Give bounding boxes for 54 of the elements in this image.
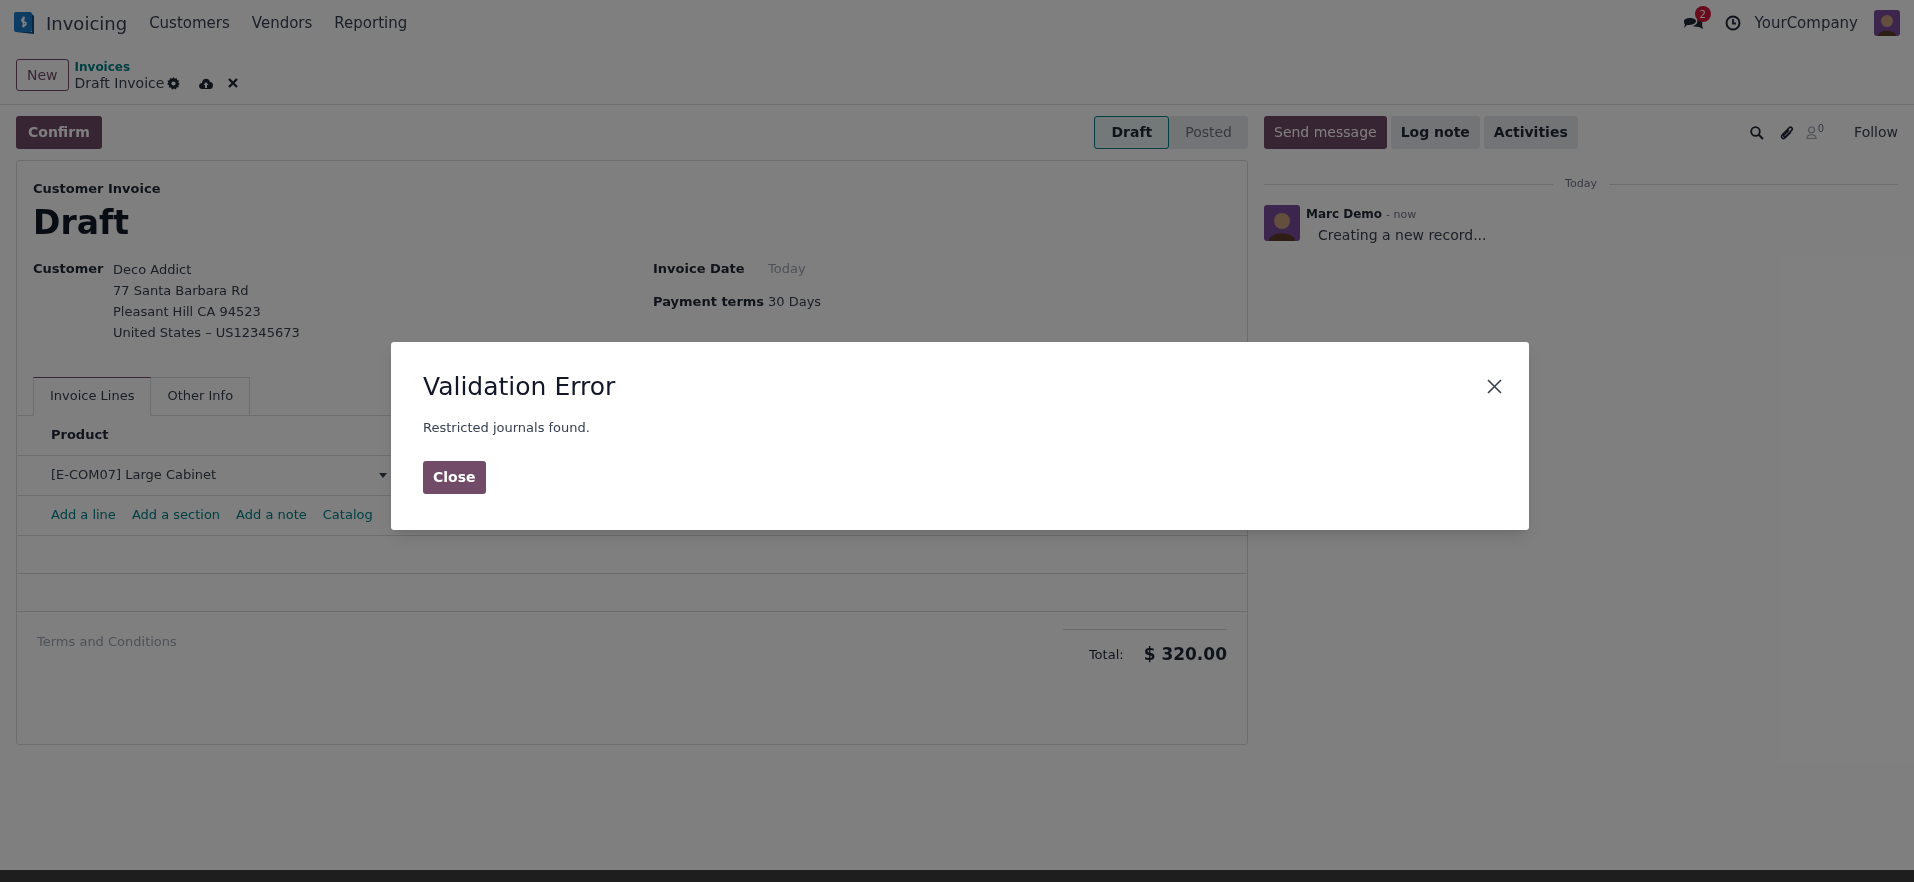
field-label: Customer	[33, 259, 105, 278]
document-type-label: Customer Invoice	[33, 180, 162, 198]
follower-count: 0	[1817, 122, 1825, 136]
record-name: Draft Invoice	[74, 75, 165, 91]
menu-item[interactable]: Customers	[149, 11, 230, 35]
date-separator: Today	[1564, 176, 1598, 192]
chatter-button[interactable]: Log note	[1390, 116, 1480, 149]
app-logo-icon[interactable]	[14, 12, 34, 34]
table-cell[interactable]: [E-COM07] Large Cabinet	[51, 465, 379, 485]
author-avatar-icon	[1264, 204, 1300, 241]
breadcrumb-link[interactable]: Invoices	[74, 59, 239, 75]
add-line-link[interactable]: Add a line	[51, 505, 116, 525]
gear-icon[interactable]	[167, 76, 181, 90]
message-count-badge: 2	[1694, 6, 1711, 22]
new-button[interactable]: New	[16, 59, 69, 91]
total-amount: $ 320.00	[1143, 642, 1227, 666]
dialog-message: Restricted journals found.	[423, 418, 591, 437]
dialog-title: Validation Error	[423, 371, 616, 403]
confirm-button[interactable]: Confirm	[16, 116, 102, 149]
address-line: 77 Santa Barbara Rd	[113, 281, 250, 300]
search-icon[interactable]	[1749, 125, 1764, 140]
status-stage[interactable]: Draft	[1094, 116, 1170, 149]
form-tab[interactable]: Invoice Lines	[33, 376, 152, 416]
field-value[interactable]: 30 Days	[768, 292, 822, 312]
clock-icon[interactable]	[1724, 15, 1741, 31]
dropdown-caret-icon[interactable]	[379, 472, 387, 478]
document-title: Draft	[33, 201, 131, 244]
menu-item[interactable]: Reporting	[334, 11, 408, 35]
total-label: Total:	[1088, 645, 1124, 664]
field-label: Payment terms	[653, 293, 766, 311]
message-author[interactable]: Marc Demo	[1306, 204, 1383, 223]
add-line-link[interactable]: Add a note	[236, 505, 307, 525]
close-button[interactable]: Close	[423, 461, 486, 494]
company-name[interactable]: YourCompany	[1754, 11, 1858, 35]
form-tab[interactable]: Other Info	[151, 376, 251, 416]
cloud-upload-icon[interactable]	[198, 77, 215, 89]
paperclip-icon[interactable]	[1779, 124, 1794, 141]
message-time: - now	[1386, 206, 1417, 223]
follow-button[interactable]: Follow	[1854, 122, 1898, 143]
close-icon[interactable]	[228, 78, 239, 88]
close-icon[interactable]	[1487, 379, 1502, 395]
status-stage[interactable]: Posted	[1169, 116, 1248, 149]
add-line-link[interactable]: Catalog	[322, 505, 373, 525]
message-body: Creating a new record...	[1318, 226, 1487, 245]
app-name[interactable]: Invoicing	[46, 9, 128, 37]
column-header[interactable]: Product	[51, 425, 109, 445]
menu-item[interactable]: Vendors	[251, 11, 313, 35]
chatter-button[interactable]: Activities	[1483, 116, 1578, 149]
add-line-link[interactable]: Add a section	[131, 505, 221, 525]
chatter-button[interactable]: Send message	[1264, 116, 1387, 149]
address-line: Pleasant Hill CA 94523	[113, 302, 262, 321]
field-label: Invoice Date	[653, 259, 746, 278]
address-line: United States – US12345673	[113, 323, 300, 342]
address-line: Deco Addict	[113, 260, 193, 279]
